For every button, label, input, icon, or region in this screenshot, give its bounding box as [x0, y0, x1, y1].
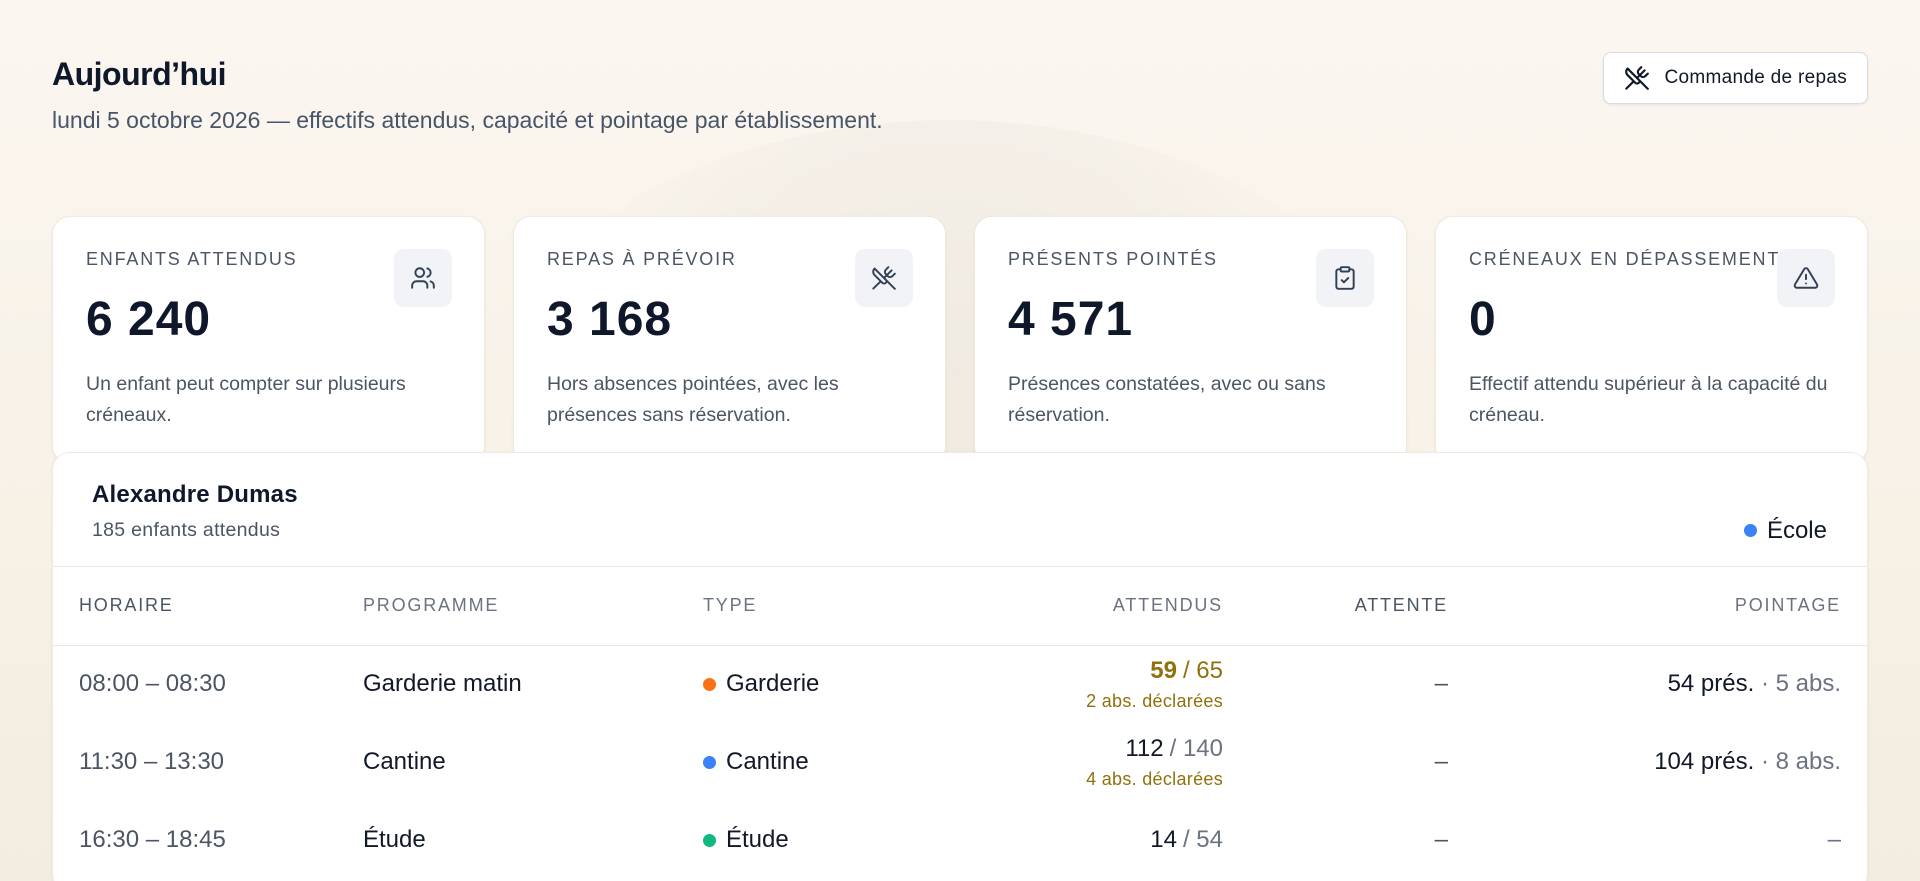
absent-count: – [1827, 826, 1841, 853]
slot-time: 11:30 – 13:30 [79, 748, 225, 775]
header-text: Aujourd’hui lundi 5 octobre 2026 — effec… [52, 52, 883, 134]
slot-type: Étude [703, 826, 943, 854]
school-type-badge: École [1743, 495, 1827, 566]
column-header-time: Horaire [53, 567, 363, 646]
slot-program: Garderie matin [363, 670, 522, 698]
column-header-expected: Attendus [943, 567, 1223, 646]
slot-expected: 59/ 65 [943, 657, 1223, 685]
absent-count: · 5 abs. [1760, 670, 1841, 698]
column-header-waiting: Attente [1223, 567, 1448, 646]
slot-type: Cantine [703, 748, 943, 776]
stat-card-expected-children: Enfants attendus 6 240 Un enfant peut co… [52, 216, 485, 464]
slot-type-cell: Cantine [703, 723, 943, 801]
absent-count: · 8 abs. [1760, 748, 1841, 775]
page-subtitle: lundi 5 octobre 2026 — effectifs attendu… [52, 107, 883, 133]
type-dot [703, 677, 716, 691]
declared-absences: 4 abs. déclarées [1086, 768, 1223, 789]
slot-type-label: Garderie [726, 670, 820, 698]
slot-attendance: 54 prés. · 5 abs. [1448, 645, 1867, 723]
utensils-crossed-icon [1625, 66, 1650, 90]
slot-expected: 112/ 140 [943, 735, 1223, 763]
school-name: Alexandre Dumas [92, 481, 298, 508]
stat-card-present: Présents pointés 4 571 Présences constat… [974, 216, 1407, 464]
dashboard-page: Aujourd’hui lundi 5 octobre 2026 — effec… [52, 52, 1868, 881]
capacity: / 140 [1169, 734, 1223, 762]
slot-attendance: – [1448, 801, 1867, 879]
stat-description: Hors absences pointées, avec les présenc… [547, 373, 839, 426]
stat-card-meals: Repas à prévoir 3 168 Hors absences poin… [513, 216, 946, 464]
stat-card-overflow-slots: Créneaux en dépassement 0 Effectif atten… [1435, 216, 1868, 464]
slot-type-cell: Garderie [703, 645, 943, 723]
school-expected-count: 185 enfants attendus [92, 519, 281, 541]
capacity: / 65 [1182, 656, 1223, 684]
slot-time: 08:00 – 08:30 [79, 670, 226, 698]
slot-attendance: 104 prés. · 8 abs. [1448, 723, 1867, 801]
school-type-label: École [1766, 516, 1827, 544]
slots-table: Horaire Programme Type Attendus Attente … [53, 567, 1867, 879]
table-row[interactable]: 11:30 – 13:30 Cantine Cantine 112/ 140 4… [53, 723, 1867, 801]
stats-row: Enfants attendus 6 240 Un enfant peut co… [52, 216, 1868, 464]
slot-expected-cell: 59/ 65 2 abs. déclarées [943, 645, 1223, 723]
slot-expected-cell: 14/ 54 [943, 801, 1223, 879]
table-row[interactable]: 16:30 – 18:45 Étude Étude 14/ 54 – – [53, 801, 1867, 879]
expected-count: 59 [1150, 656, 1177, 684]
stat-description: Un enfant peut compter sur plusieurs cré… [86, 373, 406, 426]
table-row[interactable]: 08:00 – 08:30 Garderie matin Garderie 59… [53, 645, 1867, 723]
school-header: Alexandre Dumas 185 enfants attendus Éco… [53, 453, 1867, 567]
type-dot [1743, 524, 1757, 537]
clipboard-check-icon [1316, 249, 1374, 307]
present-count: 104 prés. [1654, 748, 1755, 775]
slot-waiting: – [1434, 826, 1448, 853]
page-header: Aujourd’hui lundi 5 octobre 2026 — effec… [52, 52, 1868, 164]
warning-triangle-icon [1777, 249, 1835, 307]
utensils-crossed-icon [855, 249, 913, 307]
slot-waiting: – [1434, 670, 1448, 698]
type-dot [703, 833, 716, 847]
table-header-row: Horaire Programme Type Attendus Attente … [53, 567, 1867, 646]
meal-order-button[interactable]: Commande de repas [1603, 52, 1868, 104]
present-count: 54 prés. [1667, 670, 1755, 698]
slot-type-label: Étude [726, 826, 789, 853]
slot-program: Cantine [363, 748, 446, 775]
column-header-type: Type [703, 567, 943, 646]
column-header-attendance: Pointage [1448, 567, 1867, 646]
column-header-program: Programme [363, 567, 703, 646]
meal-order-label: Commande de repas [1664, 67, 1847, 88]
school-info: Alexandre Dumas 185 enfants attendus [92, 481, 298, 566]
slot-expected-cell: 112/ 140 4 abs. déclarées [943, 723, 1223, 801]
slot-type-label: Cantine [726, 748, 809, 775]
slot-program: Étude [363, 826, 426, 853]
slot-time: 16:30 – 18:45 [79, 826, 226, 853]
page-title: Aujourd’hui [52, 56, 227, 92]
slot-type: Garderie [703, 670, 943, 698]
stat-description: Présences constatées, avec ou sans réser… [1008, 373, 1326, 426]
declared-absences: 2 abs. déclarées [1086, 690, 1223, 711]
school-card: Alexandre Dumas 185 enfants attendus Éco… [52, 452, 1868, 881]
slot-type-cell: Étude [703, 801, 943, 879]
capacity: / 54 [1182, 826, 1223, 853]
expected-count: 112 [1125, 734, 1164, 762]
slot-waiting: – [1434, 748, 1448, 775]
type-dot [703, 755, 716, 769]
slot-expected: 14/ 54 [943, 826, 1223, 854]
stat-description: Effectif attendu supérieur à la capacité… [1469, 373, 1828, 426]
users-icon [394, 249, 452, 307]
expected-count: 14 [1150, 826, 1177, 853]
